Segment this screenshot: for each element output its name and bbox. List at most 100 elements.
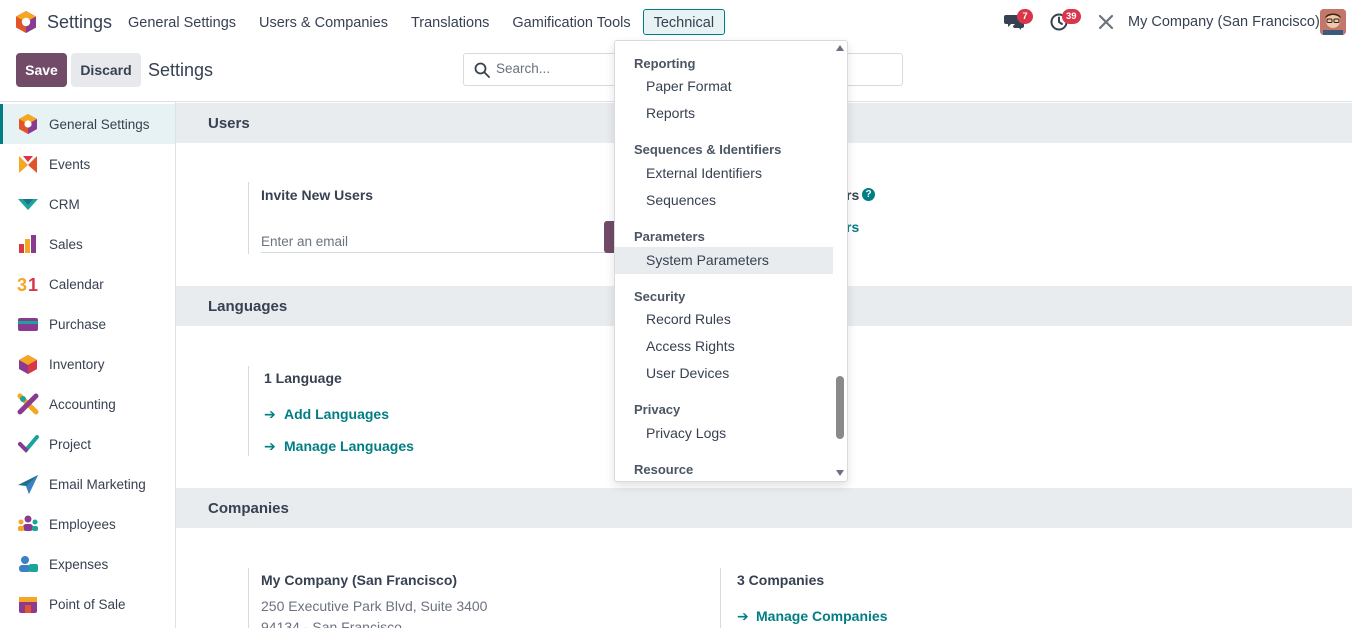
sidebar-item-label: General Settings bbox=[49, 116, 150, 132]
menu-gamification-tools[interactable]: Gamification Tools bbox=[501, 9, 641, 35]
sidebar-item-label: Sales bbox=[49, 236, 83, 252]
manage-languages-link[interactable]: Manage Languages bbox=[284, 438, 414, 454]
point-of-sale-icon bbox=[19, 597, 37, 613]
sidebar-item-general-settings[interactable]: General Settings bbox=[0, 104, 175, 144]
settings-sidebar: General Settings Events CRM Sales 3 1 Ca… bbox=[0, 102, 176, 628]
sidebar-item-label: Project bbox=[49, 436, 92, 452]
sidebar-item-label: Events bbox=[49, 156, 91, 172]
menu-translations[interactable]: Translations bbox=[400, 9, 500, 35]
sidebar-item-email-marketing[interactable]: Email Marketing bbox=[0, 464, 175, 504]
setting-divider bbox=[248, 182, 249, 254]
help-icon[interactable]: ? bbox=[862, 188, 875, 201]
employees-icon bbox=[18, 515, 38, 531]
dropdown-header-parameters: Parameters bbox=[634, 229, 705, 244]
breadcrumb: Settings bbox=[148, 60, 214, 80]
settings-icon bbox=[19, 114, 37, 134]
invite-email-input[interactable] bbox=[261, 230, 611, 253]
activities-count-badge: 39 bbox=[1062, 9, 1081, 24]
sidebar-item-label: Email Marketing bbox=[49, 476, 146, 492]
menu-users-companies[interactable]: Users & Companies bbox=[248, 9, 399, 35]
sidebar-item-label: Expenses bbox=[49, 556, 109, 572]
company-switcher[interactable]: My Company (San Francisco) bbox=[1128, 14, 1320, 30]
dropdown-item-privacy-logs[interactable]: Privacy Logs bbox=[615, 420, 833, 447]
sidebar-item-employees[interactable]: Employees bbox=[0, 504, 175, 544]
setting-divider bbox=[248, 366, 249, 456]
arrow-right-icon: ➔ bbox=[264, 438, 276, 454]
sidebar-item-project[interactable]: Project bbox=[0, 424, 175, 464]
arrow-right-icon: ➔ bbox=[737, 608, 749, 624]
settings-app-icon[interactable] bbox=[14, 10, 38, 34]
dropdown-header-resource: Resource bbox=[634, 462, 694, 477]
user-avatar[interactable] bbox=[1320, 9, 1346, 35]
dropdown-item-external-identifiers[interactable]: External Identifiers bbox=[615, 160, 833, 187]
events-icon bbox=[19, 156, 37, 173]
add-languages-link[interactable]: Add Languages bbox=[284, 406, 389, 422]
menu-general-settings[interactable]: General Settings bbox=[117, 9, 247, 35]
companies-section-header: Companies bbox=[176, 488, 1352, 528]
setting-divider bbox=[248, 568, 249, 628]
sidebar-item-calendar[interactable]: 3 1 Calendar bbox=[0, 264, 175, 304]
dropdown-header-privacy: Privacy bbox=[634, 402, 681, 417]
dropdown-header-security: Security bbox=[634, 289, 686, 304]
project-icon bbox=[18, 435, 39, 453]
sidebar-item-label: Purchase bbox=[49, 316, 107, 332]
sidebar-item-accounting[interactable]: Accounting bbox=[0, 384, 175, 424]
dropdown-item-reports[interactable]: Reports bbox=[615, 100, 833, 127]
company-address-line2: 94134 - San Francisco bbox=[261, 619, 402, 628]
sidebar-item-crm[interactable]: CRM bbox=[0, 184, 175, 224]
scroll-down-arrow-icon[interactable] bbox=[836, 470, 844, 476]
dropdown-item-user-devices[interactable]: User Devices bbox=[615, 360, 833, 387]
language-count-label: 1 Language bbox=[264, 370, 342, 386]
dropdown-item-access-rights[interactable]: Access Rights bbox=[615, 333, 833, 360]
dropdown-scrollbar-thumb[interactable] bbox=[836, 376, 844, 439]
dropdown-item-record-rules[interactable]: Record Rules bbox=[615, 306, 833, 333]
search-icon bbox=[474, 62, 490, 78]
dropdown-item-paper-format[interactable]: Paper Format bbox=[615, 73, 833, 100]
discard-button[interactable]: Discard bbox=[71, 53, 141, 87]
expenses-icon bbox=[19, 556, 38, 572]
svg-text:1: 1 bbox=[28, 275, 38, 295]
companies-count-label: 3 Companies bbox=[737, 572, 825, 588]
save-button[interactable]: Save bbox=[16, 53, 67, 87]
technical-dropdown-menu: Reporting Paper Format Reports Sequences… bbox=[614, 40, 848, 482]
sidebar-item-label: Calendar bbox=[49, 276, 104, 292]
dropdown-header-sequences: Sequences & Identifiers bbox=[634, 142, 782, 157]
sidebar-item-sales[interactable]: Sales bbox=[0, 224, 175, 264]
main-menu: General Settings Users & Companies Trans… bbox=[117, 9, 726, 35]
app-name[interactable]: Settings bbox=[47, 12, 112, 33]
sidebar-item-label: CRM bbox=[49, 196, 80, 212]
invite-users-label: Invite New Users bbox=[261, 187, 374, 203]
crm-icon bbox=[18, 199, 38, 210]
messages-count-badge: 7 bbox=[1017, 9, 1033, 24]
sidebar-item-inventory[interactable]: Inventory bbox=[0, 344, 175, 384]
sidebar-item-label: Accounting bbox=[49, 396, 116, 412]
dropdown-header-reporting: Reporting bbox=[634, 56, 696, 71]
dropdown-item-system-parameters[interactable]: System Parameters bbox=[615, 247, 833, 274]
company-address-line1: 250 Executive Park Blvd, Suite 3400 bbox=[261, 598, 488, 614]
sidebar-item-purchase[interactable]: Purchase bbox=[0, 304, 175, 344]
sidebar-item-label: Point of Sale bbox=[49, 596, 126, 612]
top-navbar: Settings General Settings Users & Compan… bbox=[0, 0, 1352, 44]
scroll-up-arrow-icon[interactable] bbox=[836, 45, 844, 51]
company-name-label: My Company (San Francisco) bbox=[261, 572, 458, 588]
sidebar-item-events[interactable]: Events bbox=[0, 144, 175, 184]
manage-companies-link[interactable]: Manage Companies bbox=[756, 608, 887, 624]
activities-button[interactable]: 39 bbox=[1050, 9, 1081, 33]
setting-divider bbox=[720, 568, 721, 628]
menu-technical[interactable]: Technical bbox=[642, 9, 726, 35]
email-marketing-icon bbox=[18, 475, 38, 494]
messages-button[interactable]: 7 bbox=[1004, 9, 1033, 33]
section-title: Languages bbox=[208, 298, 288, 315]
dropdown-item-sequences[interactable]: Sequences bbox=[615, 187, 833, 214]
user-avatar-image bbox=[1320, 9, 1346, 35]
sidebar-item-label: Inventory bbox=[49, 356, 105, 372]
section-title: Companies bbox=[208, 500, 289, 517]
sidebar-item-expenses[interactable]: Expenses bbox=[0, 544, 175, 584]
arrow-right-icon: ➔ bbox=[264, 406, 276, 422]
section-title: Users bbox=[208, 115, 250, 132]
sidebar-item-point-of-sale[interactable]: Point of Sale bbox=[0, 584, 175, 624]
calendar-icon: 3 1 bbox=[17, 275, 38, 295]
sales-icon bbox=[19, 235, 36, 253]
debug-tools-icon[interactable] bbox=[1098, 14, 1114, 30]
purchase-icon bbox=[18, 318, 38, 331]
